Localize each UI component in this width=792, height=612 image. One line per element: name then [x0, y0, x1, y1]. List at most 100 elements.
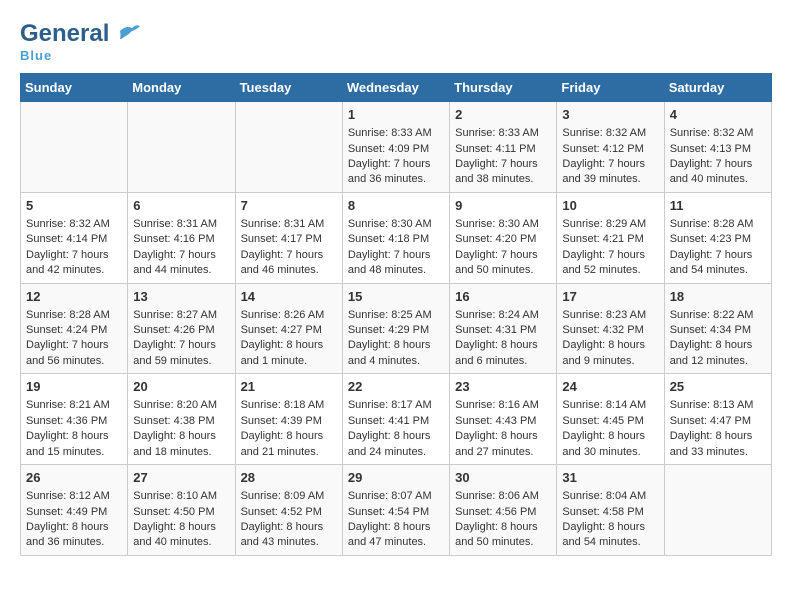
day-number: 27 [133, 469, 229, 487]
daylight-text: Daylight: 7 hours and 48 minutes. [348, 248, 444, 279]
sunset-text: Sunset: 4:45 PM [562, 414, 658, 429]
logo: General Blue [20, 20, 140, 63]
day-number: 22 [348, 378, 444, 396]
sunset-text: Sunset: 4:49 PM [26, 505, 122, 520]
daylight-text: Daylight: 7 hours and 42 minutes. [26, 248, 122, 279]
daylight-text: Daylight: 8 hours and 50 minutes. [455, 520, 551, 551]
daylight-text: Daylight: 8 hours and 1 minute. [241, 338, 337, 369]
day-number: 21 [241, 378, 337, 396]
daylight-text: Daylight: 8 hours and 27 minutes. [455, 429, 551, 460]
sunrise-text: Sunrise: 8:14 AM [562, 398, 658, 413]
sunset-text: Sunset: 4:18 PM [348, 232, 444, 247]
calendar-cell: 16Sunrise: 8:24 AMSunset: 4:31 PMDayligh… [450, 283, 557, 374]
day-number: 4 [670, 106, 766, 124]
sunrise-text: Sunrise: 8:18 AM [241, 398, 337, 413]
sunset-text: Sunset: 4:43 PM [455, 414, 551, 429]
daylight-text: Daylight: 7 hours and 36 minutes. [348, 157, 444, 188]
calendar-cell: 29Sunrise: 8:07 AMSunset: 4:54 PMDayligh… [342, 465, 449, 556]
day-number: 29 [348, 469, 444, 487]
calendar-cell: 10Sunrise: 8:29 AMSunset: 4:21 PMDayligh… [557, 192, 664, 283]
sunset-text: Sunset: 4:36 PM [26, 414, 122, 429]
calendar-cell [235, 102, 342, 193]
sunrise-text: Sunrise: 8:17 AM [348, 398, 444, 413]
sunrise-text: Sunrise: 8:30 AM [455, 217, 551, 232]
daylight-text: Daylight: 7 hours and 50 minutes. [455, 248, 551, 279]
weekday-header-tuesday: Tuesday [235, 74, 342, 102]
daylight-text: Daylight: 8 hours and 21 minutes. [241, 429, 337, 460]
weekday-header-sunday: Sunday [21, 74, 128, 102]
sunset-text: Sunset: 4:26 PM [133, 323, 229, 338]
calendar-cell: 15 Sunrise: 8:25 AMSunset: 4:29 PMDayligh… [342, 283, 449, 374]
day-number: 13 [133, 288, 229, 306]
daylight-text: Daylight: 8 hours and 12 minutes. [670, 338, 766, 369]
daylight-text: Daylight: 8 hours and 15 minutes. [26, 429, 122, 460]
daylight-text: Daylight: 8 hours and 4 minutes. [348, 338, 444, 369]
sunrise-text: Sunrise: 8:13 AM [670, 398, 766, 413]
sunrise-text: Sunrise: 8:30 AM [348, 217, 444, 232]
calendar-cell: 2Sunrise: 8:33 AMSunset: 4:11 PMDaylight… [450, 102, 557, 193]
daylight-text: Daylight: 8 hours and 33 minutes. [670, 429, 766, 460]
calendar-cell: 1Sunrise: 8:33 AMSunset: 4:09 PMDaylight… [342, 102, 449, 193]
day-number: 3 [562, 106, 658, 124]
calendar-cell: 14Sunrise: 8:26 AMSunset: 4:27 PMDayligh… [235, 283, 342, 374]
sunset-text: Sunset: 4:56 PM [455, 505, 551, 520]
calendar-cell: 27Sunrise: 8:10 AMSunset: 4:50 PMDayligh… [128, 465, 235, 556]
daylight-text: Daylight: 7 hours and 38 minutes. [455, 157, 551, 188]
calendar-cell: 6Sunrise: 8:31 AMSunset: 4:16 PMDaylight… [128, 192, 235, 283]
sunrise-text: Sunrise: 8:20 AM [133, 398, 229, 413]
sunset-text: Sunset: 4:21 PM [562, 232, 658, 247]
daylight-text: Daylight: 7 hours and 40 minutes. [670, 157, 766, 188]
calendar-cell [21, 102, 128, 193]
sunset-text: Sunset: 4:14 PM [26, 232, 122, 247]
day-number: 7 [241, 197, 337, 215]
sunrise-text: Sunrise: 8:25 AM [348, 308, 444, 323]
daylight-text: Daylight: 8 hours and 54 minutes. [562, 520, 658, 551]
calendar-week-1: 1Sunrise: 8:33 AMSunset: 4:09 PMDaylight… [21, 102, 772, 193]
day-number: 28 [241, 469, 337, 487]
calendar-cell: 25Sunrise: 8:13 AMSunset: 4:47 PMDayligh… [664, 374, 771, 465]
calendar-cell: 13Sunrise: 8:27 AMSunset: 4:26 PMDayligh… [128, 283, 235, 374]
sunset-text: Sunset: 4:29 PM [348, 323, 444, 338]
sunrise-text: Sunrise: 8:32 AM [562, 126, 658, 141]
day-number: 10 [562, 197, 658, 215]
sunrise-text: Sunrise: 8:21 AM [26, 398, 122, 413]
sunset-text: Sunset: 4:39 PM [241, 414, 337, 429]
weekday-header-wednesday: Wednesday [342, 74, 449, 102]
calendar-cell: 30Sunrise: 8:06 AMSunset: 4:56 PMDayligh… [450, 465, 557, 556]
calendar-cell: 24Sunrise: 8:14 AMSunset: 4:45 PMDayligh… [557, 374, 664, 465]
sunrise-text: Sunrise: 8:16 AM [455, 398, 551, 413]
sunrise-text: Sunrise: 8:23 AM [562, 308, 658, 323]
sunrise-text: Sunrise: 8:04 AM [562, 489, 658, 504]
daylight-text: Daylight: 7 hours and 54 minutes. [670, 248, 766, 279]
calendar-week-3: 12Sunrise: 8:28 AMSunset: 4:24 PMDayligh… [21, 283, 772, 374]
day-number: 1 [348, 106, 444, 124]
sunset-text: Sunset: 4:12 PM [562, 142, 658, 157]
calendar-week-4: 19Sunrise: 8:21 AMSunset: 4:36 PMDayligh… [21, 374, 772, 465]
sunset-text: Sunset: 4:13 PM [670, 142, 766, 157]
calendar-cell: 12Sunrise: 8:28 AMSunset: 4:24 PMDayligh… [21, 283, 128, 374]
sunrise-text: Sunrise: 8:29 AM [562, 217, 658, 232]
calendar-cell: 23Sunrise: 8:16 AMSunset: 4:43 PMDayligh… [450, 374, 557, 465]
day-number: 6 [133, 197, 229, 215]
sunrise-text: Sunrise: 8:07 AM [348, 489, 444, 504]
calendar-cell: 26Sunrise: 8:12 AMSunset: 4:49 PMDayligh… [21, 465, 128, 556]
sunrise-text: Sunrise: 8:27 AM [133, 308, 229, 323]
day-number: 15 [348, 288, 444, 306]
day-number: 20 [133, 378, 229, 396]
day-number: 31 [562, 469, 658, 487]
day-number: 25 [670, 378, 766, 396]
day-number: 16 [455, 288, 551, 306]
sunset-text: Sunset: 4:50 PM [133, 505, 229, 520]
sunset-text: Sunset: 4:34 PM [670, 323, 766, 338]
daylight-text: Daylight: 8 hours and 36 minutes. [26, 520, 122, 551]
sunset-text: Sunset: 4:41 PM [348, 414, 444, 429]
calendar-cell: 11Sunrise: 8:28 AMSunset: 4:23 PMDayligh… [664, 192, 771, 283]
day-number: 18 [670, 288, 766, 306]
calendar-cell: 17Sunrise: 8:23 AMSunset: 4:32 PMDayligh… [557, 283, 664, 374]
daylight-text: Daylight: 8 hours and 30 minutes. [562, 429, 658, 460]
day-number: 19 [26, 378, 122, 396]
weekday-header-row: SundayMondayTuesdayWednesdayThursdayFrid… [21, 74, 772, 102]
sunrise-text: Sunrise: 8:10 AM [133, 489, 229, 504]
daylight-text: Daylight: 7 hours and 39 minutes. [562, 157, 658, 188]
day-number: 9 [455, 197, 551, 215]
